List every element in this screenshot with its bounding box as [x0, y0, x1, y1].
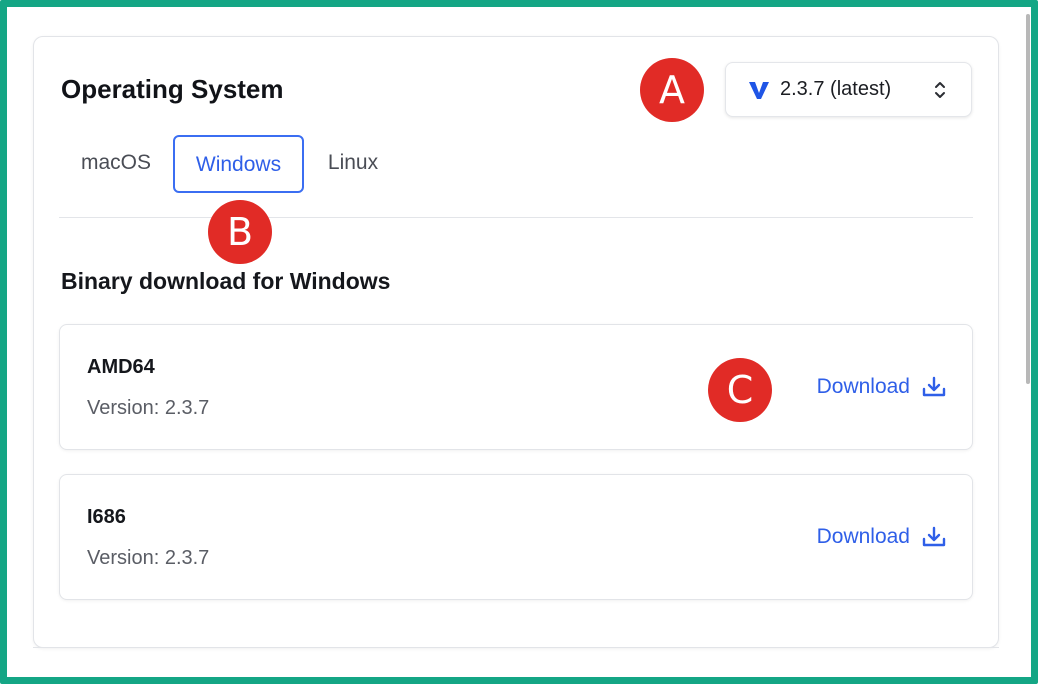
card-bottom-border — [33, 647, 999, 648]
version-select[interactable]: 2.3.7 (latest) — [725, 62, 972, 117]
chevron-up-down-icon — [935, 82, 945, 98]
arch-label: AMD64 — [87, 356, 155, 378]
download-button-i686[interactable]: Download — [817, 525, 946, 549]
tab-windows[interactable]: Windows — [173, 135, 304, 193]
download-button-amd64[interactable]: Download — [817, 375, 946, 399]
tab-linux[interactable]: Linux — [312, 135, 394, 193]
version-label: Version: 2.3.7 — [87, 547, 210, 569]
download-icon — [922, 526, 946, 547]
arch-label: I686 — [87, 506, 126, 528]
page-title: Operating System — [61, 74, 284, 104]
v-logo-icon — [749, 81, 769, 99]
annotation-marker-c: C — [708, 358, 772, 422]
download-row-i686: I686 Version: 2.3.7 Download — [59, 474, 973, 600]
section-title: Binary download for Windows — [61, 268, 391, 294]
tab-macos[interactable]: macOS — [62, 135, 170, 193]
download-icon — [922, 376, 946, 397]
download-label: Download — [816, 525, 910, 548]
tabs-divider — [59, 217, 973, 218]
download-label: Download — [816, 375, 910, 398]
download-row-amd64: AMD64 Version: 2.3.7 Download — [59, 324, 973, 450]
annotation-marker-b: B — [208, 200, 272, 264]
annotation-marker-a: A — [640, 58, 704, 122]
version-select-value: 2.3.7 (latest) — [780, 78, 892, 100]
scrollbar-thumb[interactable] — [1026, 14, 1030, 384]
version-label: Version: 2.3.7 — [87, 397, 210, 419]
